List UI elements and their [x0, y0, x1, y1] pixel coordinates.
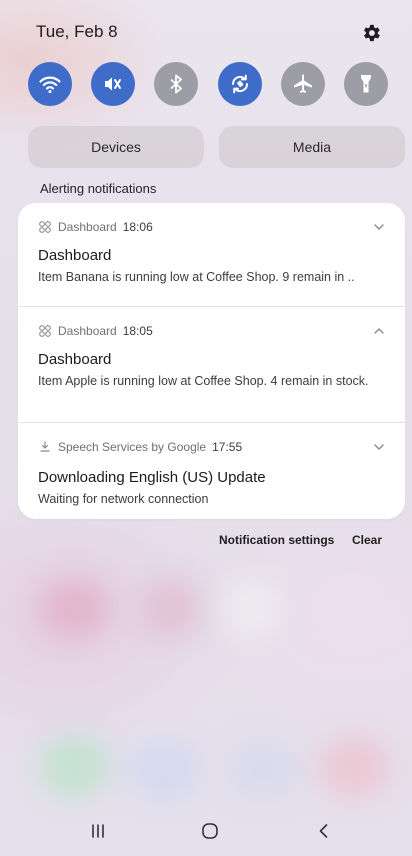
bluetooth-toggle[interactable]: [154, 62, 198, 106]
airplane-icon: [294, 74, 312, 93]
home-button[interactable]: [190, 820, 230, 842]
download-icon: [40, 441, 50, 452]
media-button[interactable]: Media: [219, 126, 405, 168]
background-blur: [40, 736, 110, 798]
chevron-down-icon[interactable]: [373, 441, 385, 453]
back-icon: [319, 824, 328, 838]
wifi-toggle[interactable]: [28, 62, 72, 106]
notification-settings-button[interactable]: Notification settings: [219, 533, 334, 547]
dashboard-app-icon: [39, 325, 51, 337]
auto-rotate-icon: [231, 74, 249, 94]
notification-title: Downloading English (US) Update: [38, 469, 266, 486]
notification-app-name: Dashboard: [58, 220, 117, 234]
mute-toggle[interactable]: [91, 62, 135, 106]
quick-settings-row: [28, 62, 388, 112]
chevron-up-icon[interactable]: [373, 325, 385, 337]
notification-item[interactable]: Speech Services by Google 17:55 Download…: [18, 423, 405, 519]
notification-meta: Dashboard 18:05: [38, 323, 153, 339]
flashlight-icon: [361, 75, 371, 93]
chevron-down-icon[interactable]: [373, 221, 385, 233]
media-label: Media: [292, 139, 332, 155]
date-label: Tue, Feb 8: [36, 22, 118, 41]
recent-apps-button[interactable]: [78, 820, 118, 842]
background-blur: [318, 578, 382, 638]
background-blur: [228, 740, 298, 800]
notification-time: 18:06: [122, 220, 153, 234]
devices-label: Devices: [91, 139, 141, 155]
recent-apps-icon: [92, 824, 104, 838]
notification-body: Waiting for network connection: [38, 492, 209, 506]
back-button[interactable]: [304, 820, 344, 842]
settings-gear-icon[interactable]: [360, 22, 382, 44]
notification-body: Item Apple is running low at Coffee Shop…: [38, 374, 369, 388]
clear-button[interactable]: Clear: [352, 533, 382, 547]
notification-app-name: Dashboard: [58, 324, 117, 338]
notification-item[interactable]: Dashboard 18:05 Dashboard Item Apple is …: [18, 307, 405, 423]
notification-time: 18:05: [122, 324, 153, 338]
notification-meta: Dashboard 18:06: [38, 219, 153, 235]
bluetooth-icon: [170, 74, 182, 94]
background-blur: [140, 578, 200, 638]
status-header: Tue, Feb 8: [0, 0, 412, 64]
background-blur: [222, 578, 282, 638]
background-blur: [320, 736, 390, 798]
notification-card: Dashboard 18:06 Dashboard Item Banana is…: [18, 203, 405, 519]
wifi-icon: [39, 76, 61, 94]
notification-title: Dashboard: [38, 247, 112, 264]
home-icon: [202, 823, 218, 839]
background-blur: [130, 740, 200, 800]
notification-body: Item Banana is running low at Coffee Sho…: [38, 270, 355, 284]
notification-item[interactable]: Dashboard 18:06 Dashboard Item Banana is…: [18, 203, 405, 307]
airplane-mode-toggle[interactable]: [281, 62, 325, 106]
notification-app-name: Speech Services by Google: [58, 440, 207, 454]
background-blur: [40, 578, 110, 638]
notification-title: Dashboard: [38, 351, 112, 368]
flashlight-toggle[interactable]: [344, 62, 388, 106]
devices-button[interactable]: Devices: [28, 126, 204, 168]
vibrate-mute-icon: [105, 77, 121, 91]
dashboard-app-icon: [39, 221, 51, 233]
auto-rotate-toggle[interactable]: [218, 62, 262, 106]
navigation-bar: [0, 806, 412, 856]
notification-time: 17:55: [212, 440, 243, 454]
notification-meta: Speech Services by Google 17:55: [38, 439, 242, 455]
alerting-notifications-header: Alerting notifications: [40, 181, 157, 196]
